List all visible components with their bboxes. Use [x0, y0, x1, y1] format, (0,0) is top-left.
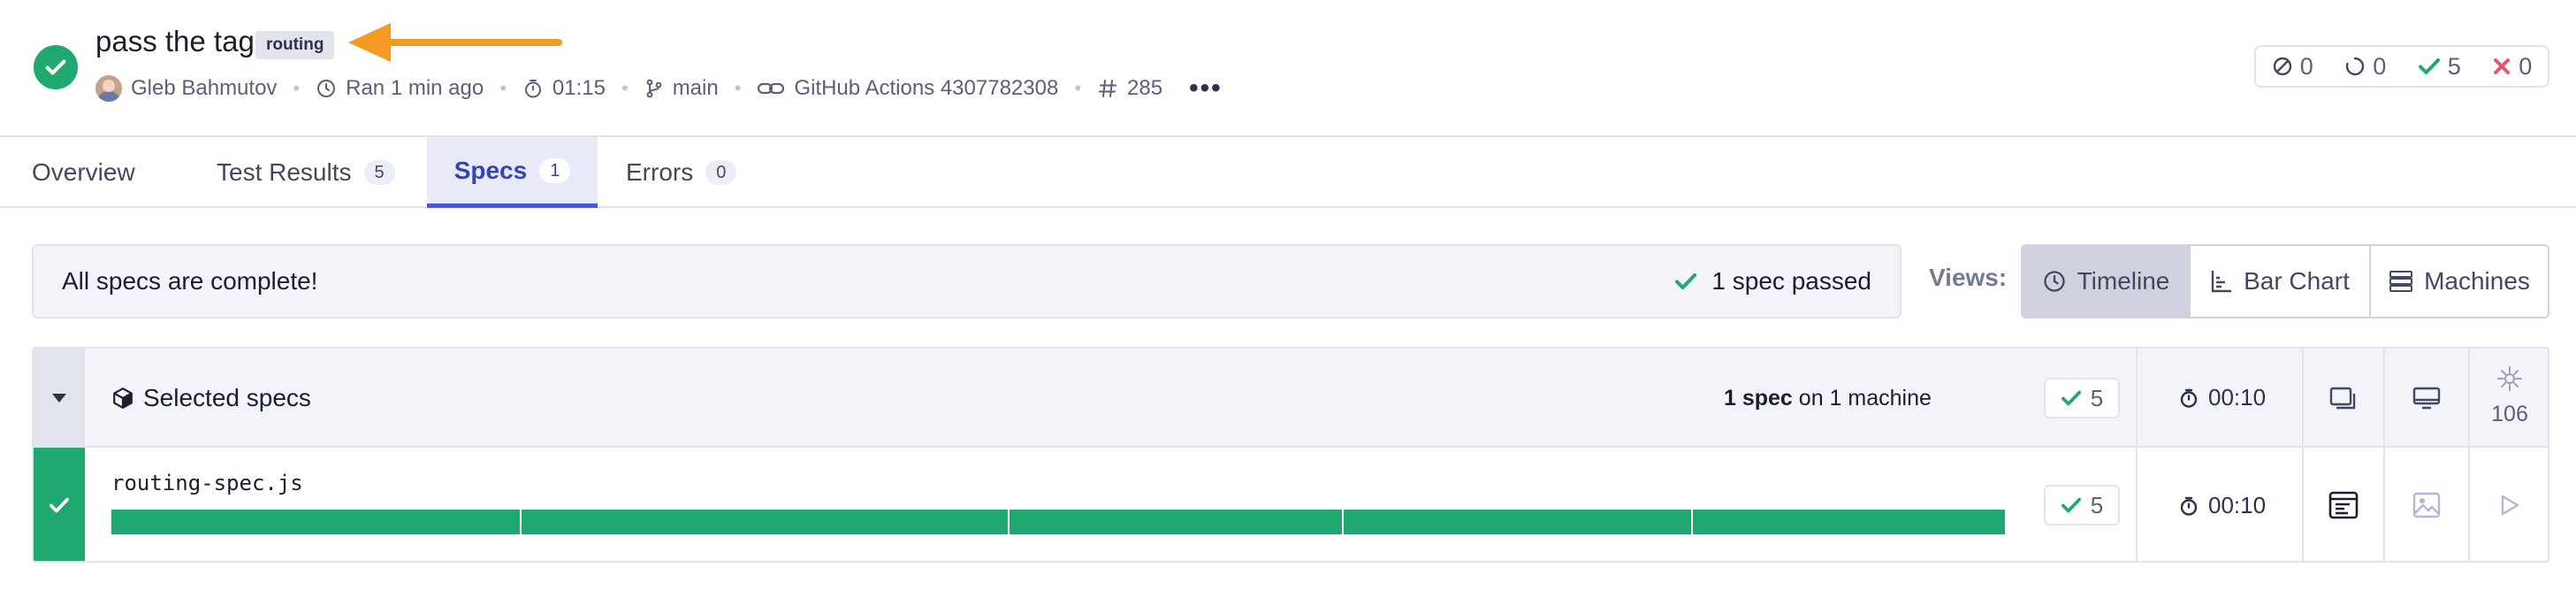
separator: •: [734, 77, 742, 99]
tab-errors[interactable]: Errors 0: [626, 137, 785, 208]
spec-passed-pill: 5: [2044, 485, 2120, 526]
check-icon: [50, 497, 69, 513]
avatar: [95, 75, 122, 102]
tab-badge: 0: [705, 160, 737, 185]
check-icon: [2418, 58, 2440, 74]
image-icon: [2412, 492, 2441, 518]
spec-duration: 00:10: [2178, 492, 2266, 519]
annotation-arrow-icon: [348, 23, 562, 62]
more-actions-button[interactable]: •••: [1189, 73, 1223, 104]
run-number-text: 285: [1127, 76, 1163, 100]
view-machines-button[interactable]: Machines: [2371, 246, 2548, 317]
separator: •: [293, 77, 301, 99]
separator: •: [621, 77, 629, 99]
separator: •: [1074, 77, 1082, 99]
timeline-segment[interactable]: [1010, 510, 1344, 534]
banner-summary: 1 spec passed: [1674, 246, 1871, 317]
chevron-down-icon: [52, 394, 66, 403]
column-divider: [2136, 349, 2138, 448]
video-column-header[interactable]: [2385, 349, 2468, 448]
views-label: Views:: [1929, 264, 2008, 291]
specs-table: Selected specs 1 spec on 1 machine 5 00:…: [32, 347, 2549, 563]
stopwatch-icon: [2180, 496, 2198, 516]
flaky-icon: [2470, 361, 2548, 396]
check-icon: [2061, 390, 2081, 406]
spec-timeline-bar[interactable]: [111, 510, 2005, 534]
test-counts: 0 0 5 0: [2254, 45, 2549, 88]
tab-specs[interactable]: Specs 1: [427, 137, 598, 208]
server-icon: [2389, 271, 2413, 292]
timeline-segment[interactable]: [111, 510, 522, 534]
stopwatch-icon: [2180, 388, 2198, 408]
view-bar-chart-button[interactable]: Bar Chart: [2191, 246, 2371, 317]
group-duration: 00:10: [2178, 384, 2266, 411]
collapse-toggle[interactable]: [34, 349, 85, 448]
tab-badge: 5: [363, 160, 395, 185]
timeline-segment[interactable]: [1344, 510, 1693, 534]
run-tabs: Overview Test Results 5 Specs 1 Errors 0: [0, 137, 2576, 208]
git-branch-icon: [646, 79, 662, 98]
browser-window-icon: [2328, 491, 2359, 519]
slash-circle-icon: [2273, 57, 2291, 76]
failed-count: 0: [2492, 53, 2532, 81]
completion-banner: All specs are complete! 1 spec passed: [32, 244, 1902, 319]
author[interactable]: Gleb Bahmutov: [95, 75, 277, 102]
column-divider: [2136, 448, 2138, 561]
screenshots-button[interactable]: [2385, 448, 2468, 561]
test-replay-button[interactable]: [2304, 448, 2383, 561]
link-icon: [758, 82, 785, 95]
ci-link[interactable]: GitHub Actions 4307782308: [757, 76, 1058, 101]
machine-summary: 1 spec on 1 machine: [1724, 386, 1932, 411]
hash-icon: [1099, 80, 1117, 97]
banner-message: All specs are complete!: [62, 267, 318, 295]
stopwatch-icon: [524, 80, 541, 98]
branch-name: main: [672, 76, 719, 100]
tab-badge: 1: [539, 157, 571, 183]
x-icon: [2494, 58, 2511, 74]
view-timeline-button[interactable]: Timeline: [2023, 246, 2191, 317]
timeline-segment[interactable]: [1693, 510, 2005, 534]
separator: •: [499, 77, 507, 99]
run-time: Ran 1 min ago: [316, 76, 484, 101]
run-duration: 01:15: [522, 76, 606, 101]
group-passed-pill: 5: [2044, 378, 2120, 418]
author-name: Gleb Bahmutov: [131, 76, 278, 100]
stack-icon: [2329, 387, 2356, 410]
bar-chart-icon: [2211, 271, 2232, 293]
check-icon: [1675, 273, 1697, 289]
screenshots-column-header[interactable]: [2304, 349, 2383, 448]
duration-text: 01:15: [552, 76, 606, 100]
run-meta: Gleb Bahmutov • Ran 1 min ago • 01:15 • …: [95, 73, 1223, 104]
run-title: pass the tag: [95, 25, 255, 58]
timeline-segment[interactable]: [522, 510, 1010, 534]
clock-icon: [2043, 271, 2065, 292]
tab-test-results[interactable]: Test Results 5: [217, 137, 411, 208]
tab-overview[interactable]: Overview: [32, 137, 209, 208]
refresh-icon: [2346, 57, 2365, 76]
run-number: 285: [1097, 76, 1162, 101]
spec-group-row[interactable]: Selected specs 1 spec on 1 machine 5 00:…: [34, 349, 2548, 448]
group-title: Selected specs: [111, 349, 311, 448]
passed-count: 5: [2418, 53, 2461, 81]
play-icon: [2501, 495, 2519, 516]
ci-text: GitHub Actions 4307782308: [794, 76, 1059, 100]
run-header: pass the tag routing Gleb Bahmutov • Ran…: [0, 0, 2576, 137]
flaky-count: 106: [2491, 402, 2528, 426]
check-icon: [2061, 497, 2081, 513]
spec-passed-indicator: [34, 448, 85, 561]
monitor-icon: [2412, 387, 2441, 410]
clock-icon: [317, 80, 336, 97]
run-tag[interactable]: routing: [255, 31, 335, 59]
spec-row[interactable]: routing-spec.js 5 00:10: [34, 448, 2548, 561]
cube-icon: [113, 388, 133, 409]
pending-count: 0: [2344, 53, 2386, 81]
branch[interactable]: main: [644, 76, 719, 101]
spec-name[interactable]: routing-spec.js: [111, 471, 303, 495]
play-video-button[interactable]: [2470, 448, 2548, 561]
views-toggle: Timeline Bar Chart Machines: [2021, 244, 2549, 319]
ran-text: Ran 1 min ago: [346, 76, 484, 100]
passed-status-icon: [34, 45, 78, 89]
skipped-count: 0: [2272, 53, 2313, 81]
